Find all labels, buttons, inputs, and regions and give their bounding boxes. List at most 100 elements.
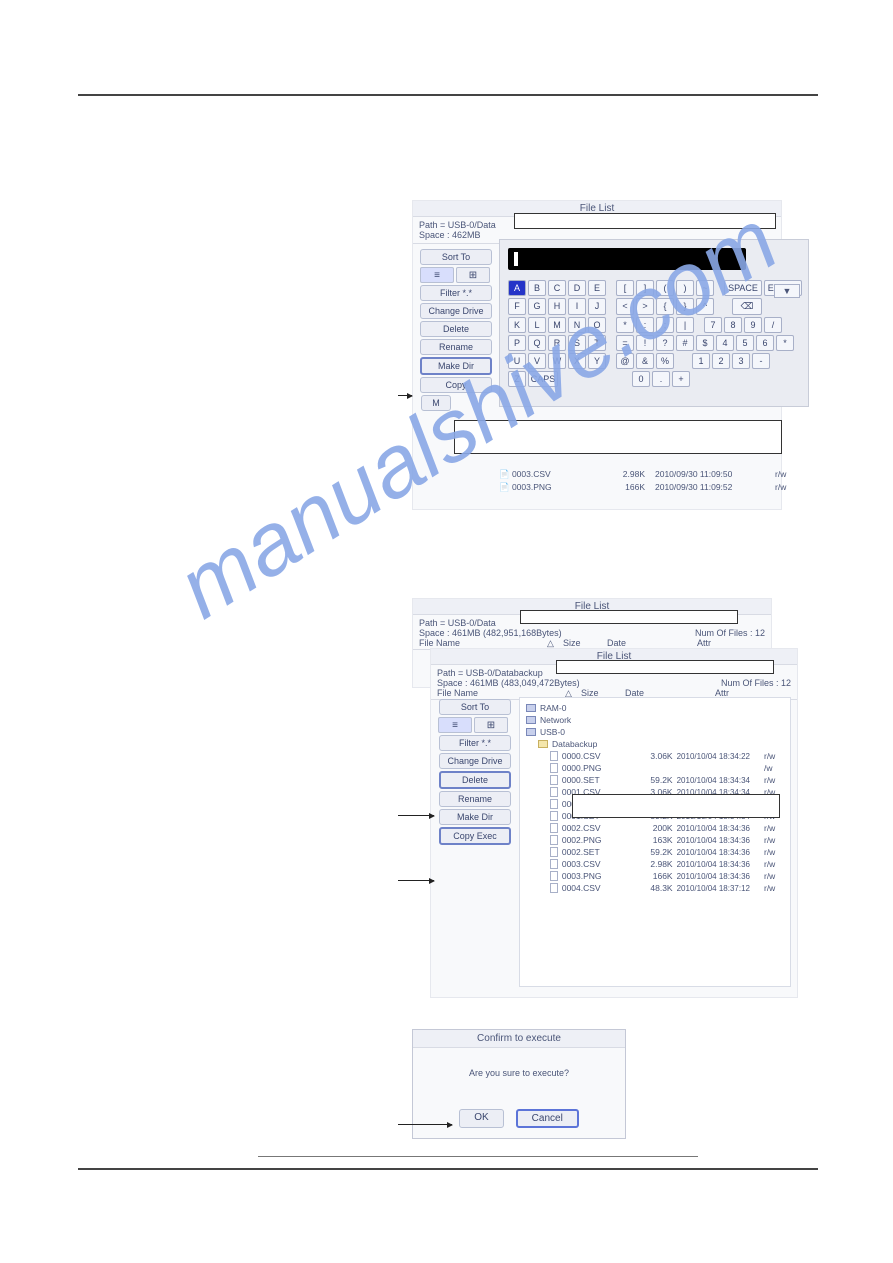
key-k[interactable]: K [508, 317, 526, 333]
tree-file-0004-csv[interactable]: 0004.CSV48.3K2010/10/04 18:37:12r/w [526, 882, 784, 894]
make-dir-button[interactable]: Make Dir [439, 809, 511, 825]
key-$[interactable]: $ [696, 335, 714, 351]
key-{[interactable]: { [656, 298, 674, 315]
key-q[interactable]: Q [528, 335, 546, 351]
ok-button[interactable]: OK [459, 1109, 503, 1128]
key-*[interactable]: * [776, 335, 794, 351]
tree-drive-ram0[interactable]: RAM-0 [526, 702, 784, 714]
key-^[interactable]: ^ [696, 298, 714, 315]
cancel-button[interactable]: Cancel [516, 1109, 579, 1128]
key-y[interactable]: Y [588, 353, 606, 369]
key-5[interactable]: 5 [736, 335, 754, 351]
change-drive-button[interactable]: Change Drive [439, 753, 511, 769]
key-.[interactable]: . [652, 371, 670, 387]
key-/[interactable]: / [764, 317, 782, 333]
tree-file-0000-png[interactable]: 0000.PNG/w [526, 762, 784, 774]
rename-button[interactable]: Rename [420, 339, 492, 355]
key-![interactable]: ! [636, 335, 654, 351]
tree-drive-usb0[interactable]: USB-0 [526, 726, 784, 738]
key-2[interactable]: 2 [712, 353, 730, 369]
key-z[interactable]: Z [508, 371, 526, 387]
key->[interactable]: > [636, 298, 654, 315]
key-t[interactable]: T [588, 335, 606, 351]
key-([interactable]: ( [656, 280, 674, 296]
view-grid-icon[interactable]: ⊞ [474, 717, 508, 733]
key-j[interactable]: J [588, 298, 606, 315]
keyboard-display[interactable] [508, 248, 746, 270]
tree-file-0000-set[interactable]: 0000.SET59.2K2010/10/04 18:34:34r/w [526, 774, 784, 786]
key-u[interactable]: U [508, 353, 526, 369]
view-list-icon[interactable]: ≡ [438, 717, 472, 733]
tree-folder-databackup[interactable]: Databackup [526, 738, 784, 750]
key-*[interactable]: * [616, 317, 634, 333]
key-[[interactable]: [ [616, 280, 634, 296]
key-#[interactable]: # [676, 335, 694, 351]
key-c[interactable]: C [548, 280, 566, 296]
tree-file-0002-csv[interactable]: 0002.CSV200K2010/10/04 18:34:36r/w [526, 822, 784, 834]
key--[interactable]: - [752, 353, 770, 369]
file-row-0003-csv[interactable]: 📄 0003.CSV 2.98K 2010/09/30 11:09:50 r/w [499, 469, 801, 480]
delete-button[interactable]: Delete [439, 771, 511, 789]
key-⌫[interactable]: ⌫ [732, 298, 762, 315]
key-][interactable]: ] [636, 280, 654, 296]
key-a[interactable]: A [508, 280, 526, 296]
key-o[interactable]: O [588, 317, 606, 333]
filter-button[interactable]: Filter *.* [420, 285, 492, 301]
view-grid-icon[interactable]: ⊞ [456, 267, 490, 283]
key-0[interactable]: 0 [632, 371, 650, 387]
tree-file-0002-png[interactable]: 0002.PNG163K2010/10/04 18:34:36r/w [526, 834, 784, 846]
key-g[interactable]: G [528, 298, 546, 315]
file-row-0003-png[interactable]: 📄 0003.PNG 166K 2010/09/30 11:09:52 r/w [499, 482, 801, 493]
key-d[interactable]: D [568, 280, 586, 296]
key-n[interactable]: N [568, 317, 586, 333]
tree-file-0003-csv[interactable]: 0003.CSV2.98K2010/10/04 18:34:36r/w [526, 858, 784, 870]
sort-to-button[interactable]: Sort To [439, 699, 511, 715]
key-space[interactable]: SPACE [724, 280, 762, 296]
key-=[interactable]: = [616, 335, 634, 351]
view-list-icon[interactable]: ≡ [420, 267, 454, 283]
key-9[interactable]: 9 [744, 317, 762, 333]
key-7[interactable]: 7 [704, 317, 722, 333]
tree-file-0002-set[interactable]: 0002.SET59.2K2010/10/04 18:34:36r/w [526, 846, 784, 858]
tree-file-0003-png[interactable]: 0003.PNG166K2010/10/04 18:34:36r/w [526, 870, 784, 882]
filter-button[interactable]: Filter *.* [439, 735, 511, 751]
key-~[interactable]: ~ [696, 280, 714, 296]
key-r[interactable]: R [548, 335, 566, 351]
key-&[interactable]: & [636, 353, 654, 369]
key-w[interactable]: W [548, 353, 566, 369]
key-l[interactable]: L [528, 317, 546, 333]
tree-drive-network[interactable]: Network [526, 714, 784, 726]
key-|[interactable]: | [676, 317, 694, 333]
m-button[interactable]: M [421, 395, 451, 411]
key-s[interactable]: S [568, 335, 586, 351]
make-dir-button[interactable]: Make Dir [420, 357, 492, 375]
key-@[interactable]: @ [616, 353, 634, 369]
key-4[interactable]: 4 [716, 335, 734, 351]
key-caps[interactable]: CAPS [528, 371, 558, 387]
key-v[interactable]: V [528, 353, 546, 369]
key-1[interactable]: 1 [692, 353, 710, 369]
sort-to-button[interactable]: Sort To [420, 249, 492, 265]
key-x[interactable]: X [568, 353, 586, 369]
key-e[interactable]: E [588, 280, 606, 296]
key-)[interactable]: ) [676, 280, 694, 296]
key-%[interactable]: % [656, 353, 674, 369]
change-drive-button[interactable]: Change Drive [420, 303, 492, 319]
key-}[interactable]: } [676, 298, 694, 315]
key-h[interactable]: H [548, 298, 566, 315]
key-<[interactable]: < [616, 298, 634, 315]
key-i[interactable]: I [568, 298, 586, 315]
delete-button[interactable]: Delete [420, 321, 492, 337]
key-6[interactable]: 6 [756, 335, 774, 351]
rename-button[interactable]: Rename [439, 791, 511, 807]
key-m[interactable]: M [548, 317, 566, 333]
key-p[interactable]: P [508, 335, 526, 351]
key-f[interactable]: F [508, 298, 526, 315]
key-;[interactable]: ; [656, 317, 674, 333]
key-?[interactable]: ? [656, 335, 674, 351]
file-tree[interactable]: RAM-0 Network USB-0 Databackup 0000.CSV3… [519, 697, 791, 987]
key-3[interactable]: 3 [732, 353, 750, 369]
key-+[interactable]: + [672, 371, 690, 387]
key-8[interactable]: 8 [724, 317, 742, 333]
copy-exec-button[interactable]: Copy Exec [439, 827, 511, 845]
